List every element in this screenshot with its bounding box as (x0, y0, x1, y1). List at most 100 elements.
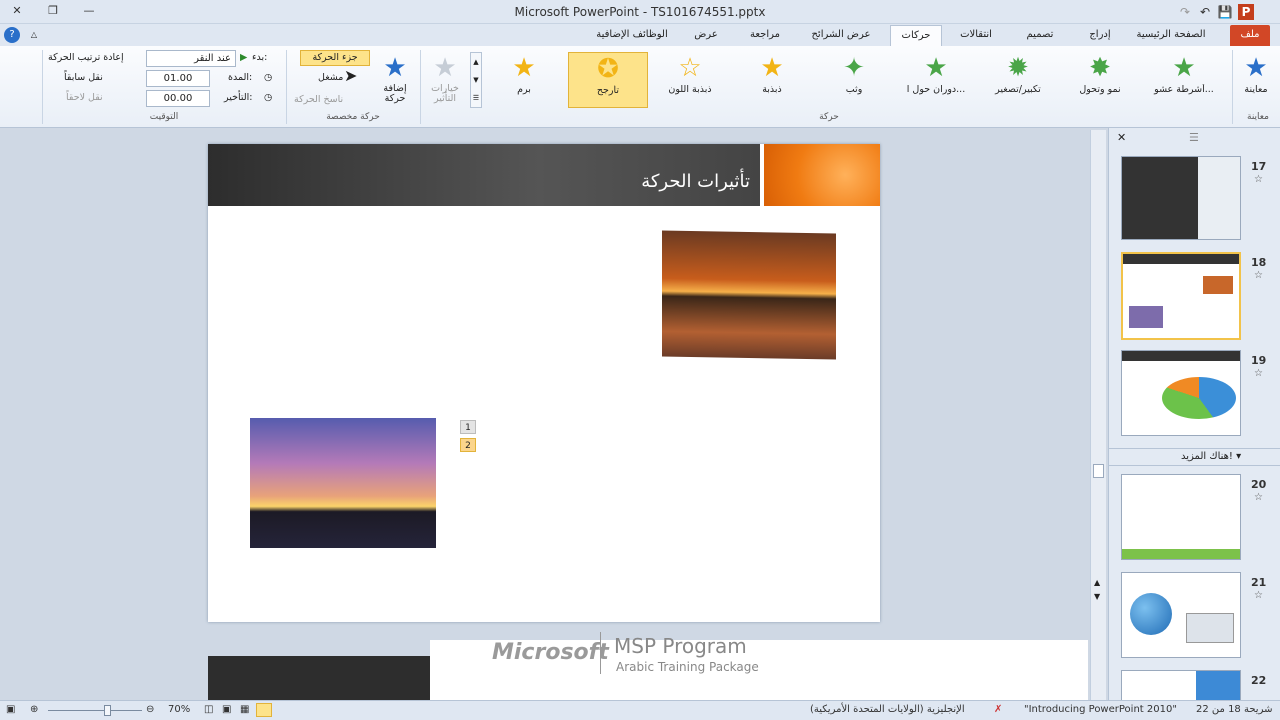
help-icon[interactable]: ? (4, 27, 20, 43)
mouse-cursor-icon: ➤ (344, 66, 358, 85)
restore-window-icon[interactable]: ❐ (42, 2, 64, 20)
gallery-scroll[interactable]: ▲ ▼ ☰ (470, 52, 482, 108)
theme-name: "Introducing PowerPoint 2010" (1024, 704, 1177, 715)
slide-sorter-icon[interactable]: ▦ (240, 704, 249, 715)
delay-spinner[interactable]: 00.00 (146, 90, 210, 107)
reading-view-icon[interactable]: ▣ (222, 704, 231, 715)
sunset-photo-bottom[interactable] (250, 418, 436, 548)
add-animation-button[interactable]: ★ إضافة حركة (374, 52, 416, 108)
animation-star-icon: ☆ (1254, 368, 1263, 379)
slide-thumb-21[interactable] (1121, 572, 1241, 658)
minimize-window-icon[interactable]: — (78, 2, 100, 20)
slideshow-view-icon[interactable]: ◫ (204, 704, 213, 715)
animation-tag-2[interactable]: 2 (460, 438, 476, 452)
scroll-arrow-up-icon[interactable]: ▲ (1094, 578, 1100, 587)
tab-addins[interactable]: الوظائف الإضافية (588, 25, 676, 46)
watermark-line2: Arabic Training Package (616, 660, 759, 674)
trigger-button[interactable]: مشغل (318, 72, 343, 83)
tab-transitions[interactable]: انتقالات (950, 25, 1002, 46)
preview-button[interactable]: ★ معاينة (1236, 52, 1276, 108)
effect-teeter[interactable]: ✪ تأرجح (568, 52, 648, 108)
msp-watermark: Microsoft MSP Program Arabic Training Pa… (430, 632, 1088, 700)
tab-file[interactable]: ملف (1230, 25, 1270, 46)
zoom-in-icon[interactable]: ⊕ (30, 704, 38, 715)
animation-painter-button[interactable]: ناسخ الحركة (294, 94, 343, 105)
slide-title[interactable]: تأثيرات الحركة (641, 171, 750, 192)
effect-color-pulse-star-icon: ☆ (678, 53, 702, 83)
tab-view[interactable]: عرض (686, 25, 726, 46)
minimize-ribbon-icon[interactable]: △ (28, 25, 40, 46)
tab-design[interactable]: تصميم (1012, 25, 1068, 46)
slide-number-18: 18 (1251, 256, 1267, 269)
move-later-button[interactable]: نقل لاحقاً (66, 92, 103, 103)
tab-review[interactable]: مراجعة (740, 25, 790, 46)
language-status[interactable]: الإنجليزية (الولايات المتحدة الأمريكية) (810, 704, 965, 715)
scroll-thumb[interactable] (1093, 464, 1104, 478)
animation-tag-1[interactable]: 1 (460, 420, 476, 434)
close-pane-icon[interactable]: ✕ (1117, 131, 1126, 144)
effect-swivel[interactable]: ★ دوران حول ا... (898, 52, 974, 108)
animation-star-icon: ☆ (1254, 174, 1263, 185)
fit-slide-icon[interactable]: ▣ (6, 704, 15, 715)
status-bar: شريحة 18 من 22 "Introducing PowerPoint 2… (0, 700, 1280, 720)
zoom-out-icon[interactable]: ⊖ (146, 704, 154, 715)
group-separator (286, 50, 287, 124)
section-header[interactable]: هناك المزيد! ▾ (1109, 448, 1280, 466)
duration-spinner[interactable]: 01.00 (146, 70, 210, 87)
tab-animations[interactable]: حركات (890, 25, 942, 46)
animation-star-icon: ☆ (1254, 492, 1263, 503)
scroll-arrow-down-icon[interactable]: ▼ (1094, 592, 1100, 601)
thumb-21-screen (1186, 613, 1234, 643)
start-dropdown[interactable]: عند النقر (146, 50, 236, 67)
effect-bounce[interactable]: ✦ وثب (816, 52, 892, 108)
effect-grow-star-icon: ✸ (1089, 53, 1111, 83)
close-window-icon[interactable]: ✕ (6, 2, 28, 20)
zoom-level[interactable]: 70% (168, 704, 190, 715)
advanced-group-label: حركة مخصصة (326, 112, 380, 122)
group-separator (42, 50, 43, 124)
thumb-19-header (1122, 351, 1240, 361)
effect-grow-turn[interactable]: ✸ نمو وتحول (1062, 52, 1138, 108)
effect-options-button[interactable]: ★ خيارات التأثير (424, 52, 466, 108)
move-earlier-button[interactable]: نقل سابقاً (64, 72, 103, 83)
start-play-icon: ▶ (240, 52, 248, 63)
normal-view-icon[interactable] (256, 703, 272, 717)
next-slide-preview (208, 656, 430, 700)
thumb-18-photo2 (1129, 306, 1163, 328)
section-label: هناك المزيد! (1181, 451, 1233, 462)
animation-star-icon: ☆ (1254, 270, 1263, 281)
slide-thumb-19[interactable] (1121, 350, 1241, 436)
slide-thumb-18[interactable] (1121, 252, 1241, 340)
effect-zoom[interactable]: ✹ تكبير/تصغير (980, 52, 1056, 108)
effect-wipe[interactable]: ★ أشرطة عشو... (1146, 52, 1222, 108)
sunset-photo-top[interactable] (662, 230, 836, 360)
duration-label: المدة: (228, 72, 253, 83)
effect-spin[interactable]: ★ برم (486, 52, 562, 108)
vertical-scrollbar[interactable]: ▲ ▼ (1090, 130, 1106, 700)
thumb-19-pie (1162, 377, 1236, 419)
effect-color-pulse[interactable]: ☆ ذبذبة اللون (652, 52, 728, 108)
start-label: بدء: (252, 52, 268, 63)
effect-zoom-star-icon: ✹ (1007, 53, 1029, 83)
clock-icon: ◷ (264, 72, 273, 83)
spellcheck-icon[interactable]: ✗ (994, 704, 1002, 715)
zoom-slider-thumb[interactable] (104, 705, 111, 716)
slide-thumb-17[interactable] (1121, 156, 1241, 240)
current-slide[interactable]: تأثيرات الحركة 1 2 (208, 144, 880, 622)
slides-pane: ✕ ☰ 17 ☆ 18 ☆ 19 ☆ هناك المزيد! ▾ 20 ☆ 2… (1108, 128, 1280, 710)
animation-star-icon: ☆ (1254, 590, 1263, 601)
animations-ribbon: ★ معاينة معاينة ★ أشرطة عشو... ✸ نمو وتحول… (0, 46, 1280, 128)
tab-home[interactable]: الصفحة الرئيسية (1122, 25, 1220, 46)
watermark-line1: MSP Program (614, 634, 747, 658)
zoom-slider-track[interactable] (48, 710, 142, 711)
tab-slideshow[interactable]: عرض الشرائح (802, 25, 880, 46)
effect-pulse[interactable]: ★ ذبذبة (734, 52, 810, 108)
animation-pane-button[interactable]: جزء الحركة (300, 50, 370, 66)
effect-bounce-star-icon: ✦ (843, 53, 865, 83)
group-separator (420, 50, 421, 124)
outline-tab-icon[interactable]: ☰ (1189, 131, 1199, 144)
thumb-20-grass (1122, 549, 1240, 559)
slide-thumb-20[interactable] (1121, 474, 1241, 560)
add-animation-star-icon: ★ (383, 53, 407, 83)
tab-insert[interactable]: إدراج (1080, 25, 1120, 46)
